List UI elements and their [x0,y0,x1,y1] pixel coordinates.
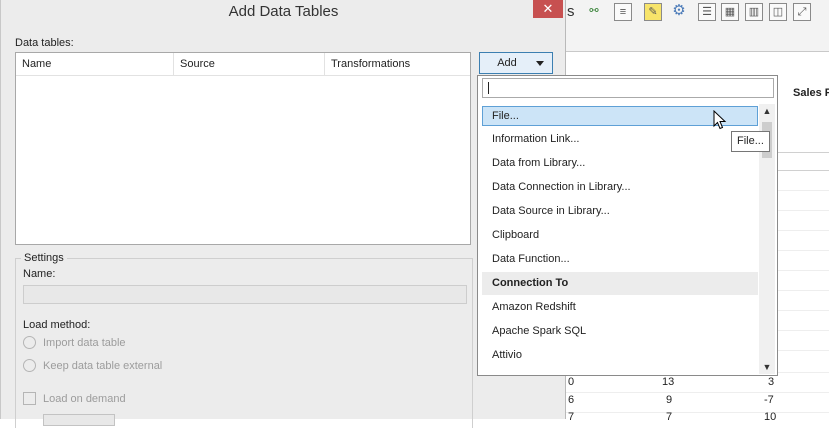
menu-item-information-link[interactable]: Information Link... [482,129,758,149]
menu-item-data-connection-in-library[interactable]: Data Connection in Library... [482,177,758,197]
layout-grid-icon[interactable]: ▦ [721,3,739,21]
layout-columns-icon[interactable]: ▥ [745,3,763,21]
column-header-transformations[interactable]: Transformations [325,53,470,75]
table-cell: 6 [568,394,575,406]
add-dropdown-menu: File... Information Link... Data from Li… [477,75,778,376]
header-divider [16,75,470,76]
menu-item-data-source-in-library[interactable]: Data Source in Library... [482,201,758,221]
table-cell: 10 [764,411,777,423]
dialog-title: Add Data Tables [228,3,339,20]
load-method-label: Load method: [23,319,91,331]
scroll-down-icon[interactable]: ▼ [759,360,775,374]
data-tables-list[interactable]: Name Source Transformations [15,52,471,245]
layout-split-icon[interactable]: ◫ [769,3,787,21]
menu-item-data-function[interactable]: Data Function... [482,249,758,269]
load-on-demand-checkbox[interactable] [23,392,36,405]
keep-external-label: Keep data table external [43,360,163,372]
scroll-up-icon[interactable]: ▲ [759,104,775,118]
table-cell: 0 [568,376,575,388]
import-data-table-label: Import data table [43,337,126,349]
menu-item-apache-spark-sql[interactable]: Apache Spark SQL [482,321,758,341]
menu-item-amazon-redshift[interactable]: Amazon Redshift [482,297,758,317]
layout-rows-icon[interactable]: ☰ [698,3,716,21]
table-row-line [560,412,829,413]
column-header-source[interactable]: Source [174,53,325,75]
dropdown-search-input[interactable] [482,78,774,98]
keep-external-radio[interactable] [23,359,36,372]
column-header-sales: Sales F [793,87,829,99]
name-label: Name: [23,268,56,280]
note-icon[interactable]: ✎ [644,3,662,21]
dialog-titlebar[interactable]: Add Data Tables ✕ [1,0,566,26]
settings-button[interactable] [43,414,115,426]
data-tables-label: Data tables: [15,37,74,49]
settings-legend: Settings [21,252,67,264]
load-on-demand-label: Load on demand [43,393,126,405]
menu-item-clipboard[interactable]: Clipboard [482,225,758,245]
table-cell: 3 [768,376,775,388]
tooltip: File... [731,131,770,152]
add-button[interactable]: Add [479,52,553,74]
toolbar-title-fragment: s [567,3,575,20]
table-cell: 9 [666,394,673,406]
table-cell: 13 [662,376,675,388]
table-cell: 7 [666,411,673,423]
name-input[interactable] [23,285,467,304]
import-data-table-radio[interactable] [23,336,36,349]
table-row-line [560,392,829,393]
close-button[interactable]: ✕ [533,0,563,18]
table-cell: 7 [568,411,575,423]
maximize-icon[interactable]: ⤢ [793,3,811,21]
gear-icon[interactable]: ⚙ [670,3,688,21]
text-caret [488,82,489,94]
network-icon[interactable]: ⚯ [585,3,603,21]
add-button-label: Add [497,57,517,69]
menu-group-connection-to: Connection To [482,272,758,295]
mouse-pointer-icon [713,110,727,130]
text-area-icon[interactable]: ≡ [614,3,632,21]
column-header-name[interactable]: Name [16,53,174,75]
menu-item-data-from-library[interactable]: Data from Library... [482,153,758,173]
chevron-down-icon [536,61,544,66]
table-cell: -7 [764,394,774,406]
menu-item-attivio[interactable]: Attivio [482,345,758,365]
